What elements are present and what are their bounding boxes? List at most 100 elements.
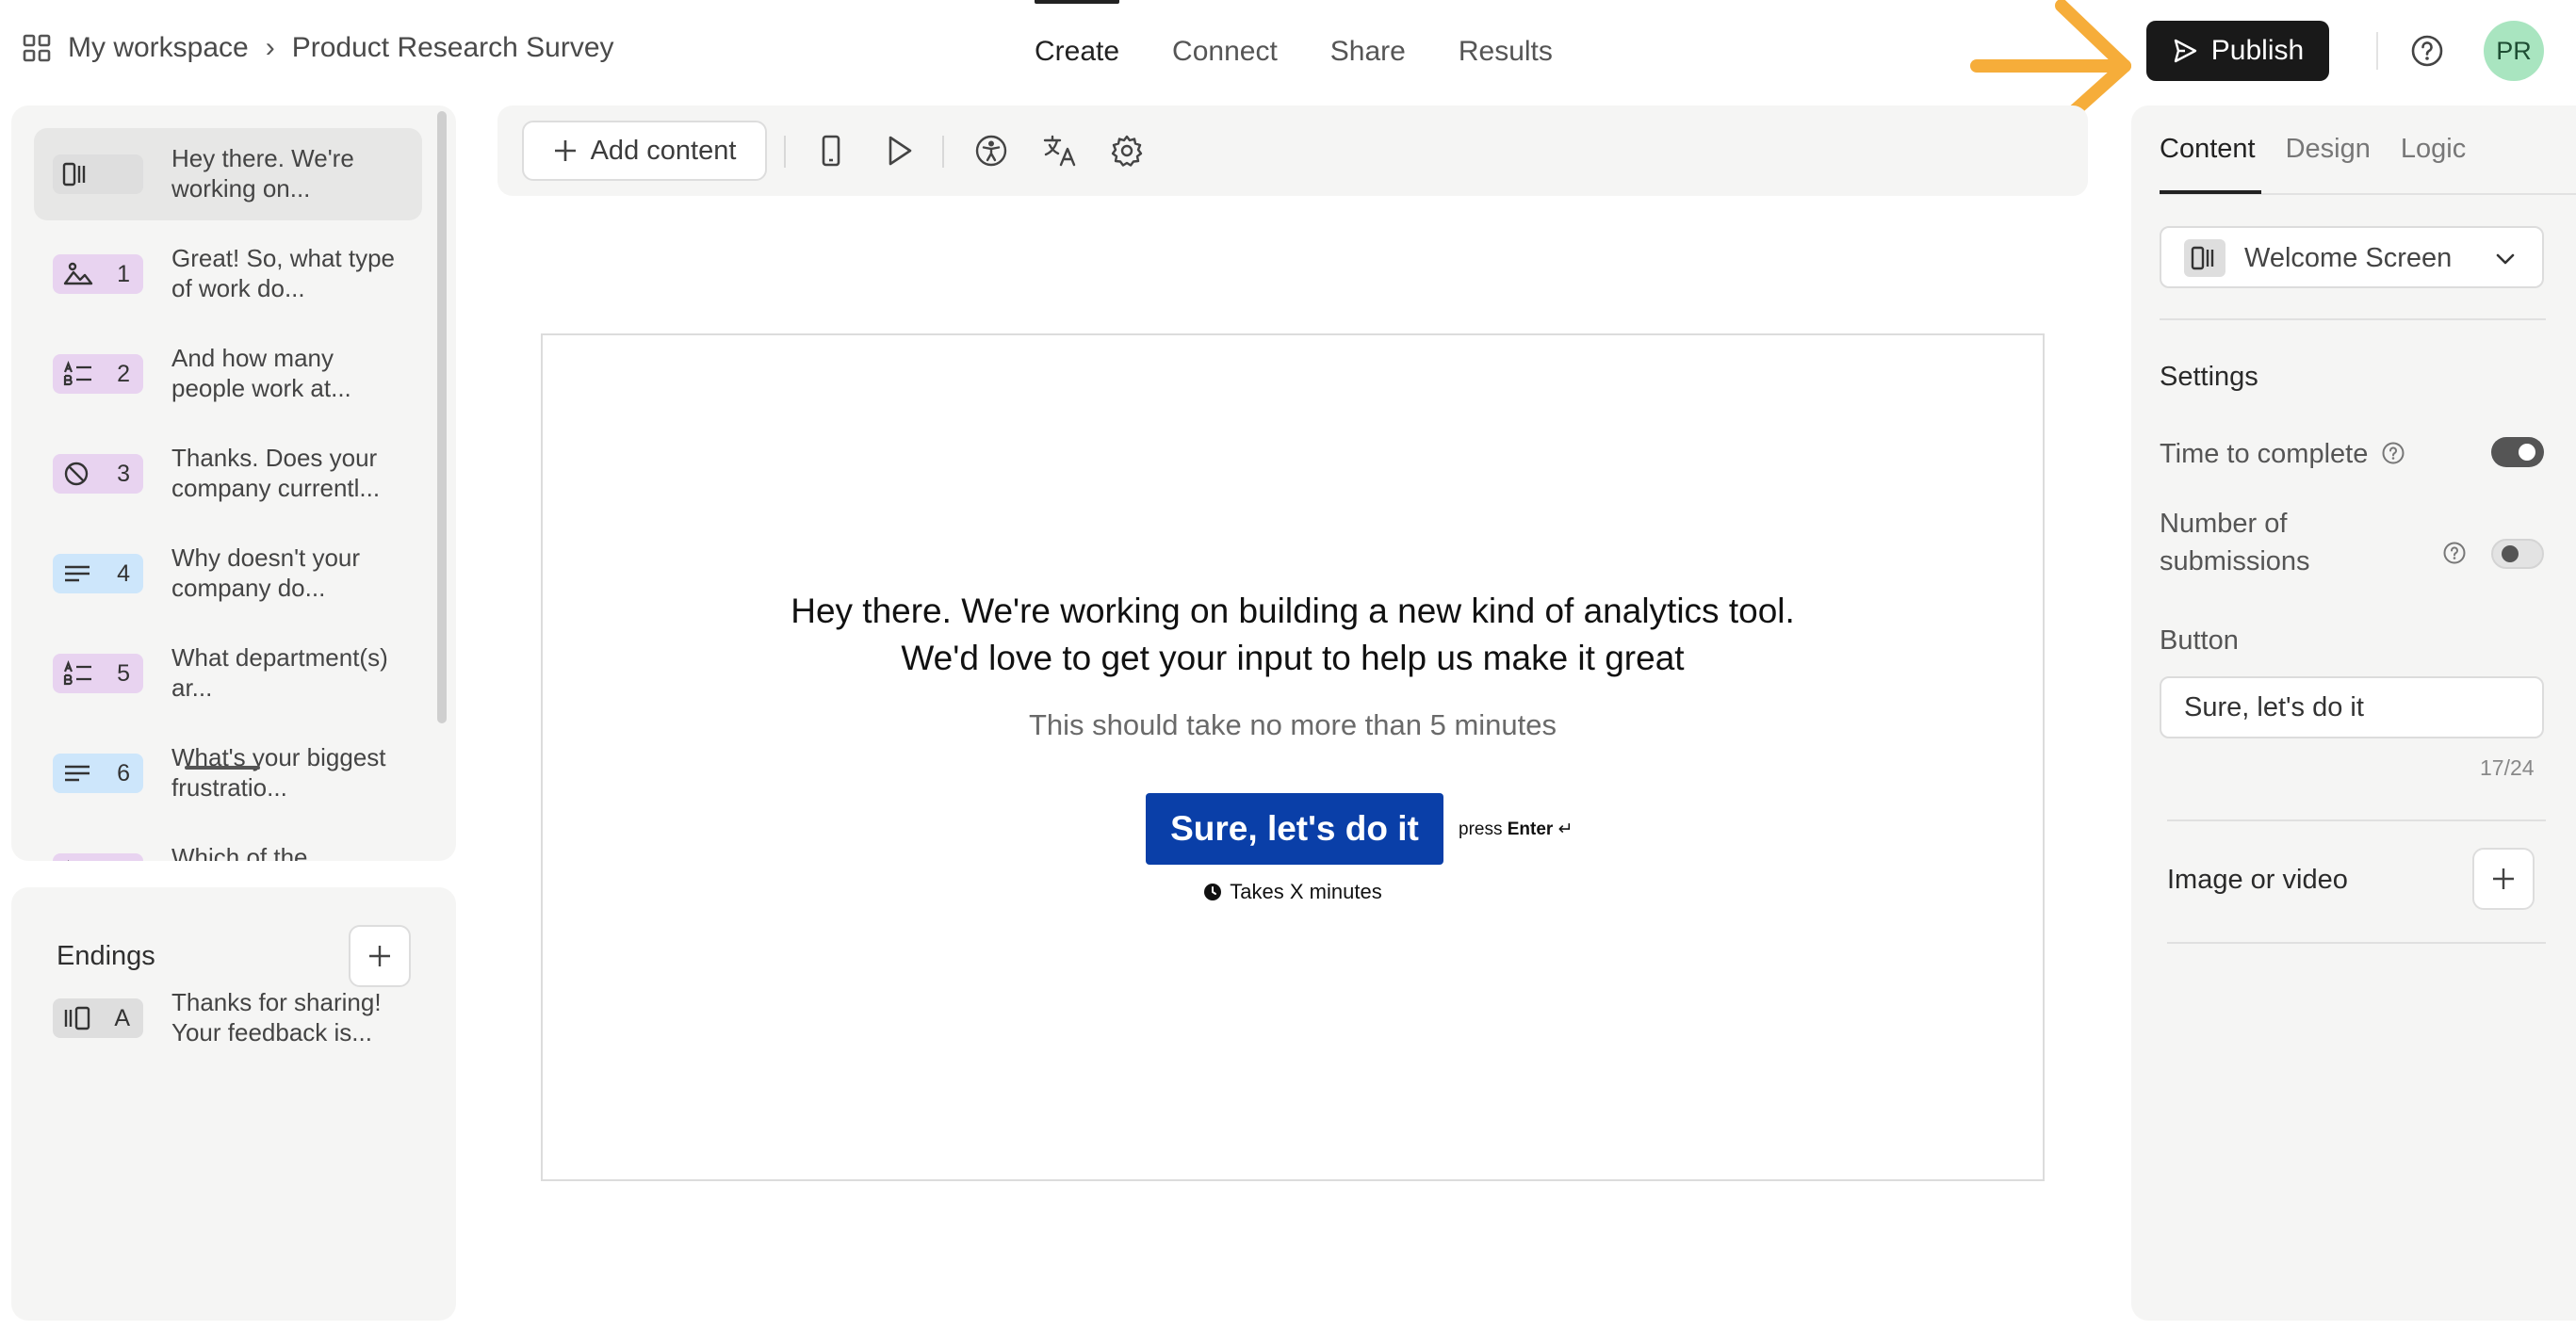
enter-key-glyph: ↵ bbox=[1557, 819, 1573, 839]
question-item-6[interactable]: 6 What's your biggest frustratio... bbox=[34, 727, 422, 819]
question-number: 5 bbox=[117, 660, 130, 687]
ending-badge: A bbox=[53, 998, 143, 1038]
welcome-screen-icon bbox=[62, 162, 86, 187]
long-text-icon bbox=[65, 765, 90, 782]
screen-type-label: Welcome Screen bbox=[2244, 243, 2453, 273]
question-text: What's your biggest frustratio... bbox=[171, 743, 386, 802]
number-of-submissions-toggle[interactable] bbox=[2491, 539, 2544, 569]
multiple-choice-icon bbox=[68, 860, 69, 861]
section-divider bbox=[2167, 942, 2546, 944]
image-or-video-label: Image or video bbox=[2167, 865, 2348, 895]
tab-design[interactable]: Design bbox=[2286, 134, 2371, 165]
question-number: 6 bbox=[117, 760, 130, 787]
play-icon[interactable] bbox=[882, 134, 916, 168]
multiple-choice-icon bbox=[63, 361, 91, 386]
welcome-screen-icon bbox=[2184, 239, 2225, 277]
translate-icon[interactable] bbox=[1042, 134, 1078, 168]
question-text: What department(s) ar... bbox=[171, 643, 388, 702]
endings-title: Endings bbox=[57, 941, 155, 971]
questions-scrollbar[interactable] bbox=[437, 111, 447, 723]
properties-panel: Content Design Logic Welcome Screen Sett… bbox=[2131, 105, 2576, 1321]
accessibility-icon[interactable] bbox=[974, 134, 1008, 168]
question-item-3[interactable]: 3 Thanks. Does your company currentl... bbox=[34, 428, 422, 520]
question-item-1[interactable]: 1 Great! So, what type of work do... bbox=[34, 228, 422, 320]
avatar[interactable]: PR bbox=[2484, 21, 2544, 81]
tab-logic[interactable]: Logic bbox=[2401, 134, 2466, 165]
plus-icon bbox=[2493, 868, 2514, 889]
button-label-input[interactable] bbox=[2160, 676, 2544, 738]
question-item-4[interactable]: 4 Why doesn't your company do... bbox=[34, 527, 422, 620]
number-of-submissions-label: Number of submissions bbox=[2160, 509, 2310, 576]
start-survey-button[interactable]: Sure, let's do it bbox=[1146, 793, 1443, 865]
add-content-button[interactable]: Add content bbox=[522, 121, 767, 181]
welcome-screen-preview[interactable]: Hey there. We're working on building a n… bbox=[541, 333, 2045, 1181]
press-enter-hint: press Enter ↵ bbox=[1459, 819, 1573, 840]
welcome-headline-line1: Hey there. We're working on building a n… bbox=[791, 592, 1795, 630]
welcome-subline[interactable]: This should take no more than 5 minutes bbox=[543, 708, 2043, 742]
question-badge: 5 bbox=[53, 654, 143, 693]
section-divider bbox=[2167, 819, 2546, 821]
toggle-knob bbox=[2502, 545, 2519, 562]
question-text: Hey there. We're working on... bbox=[171, 144, 354, 203]
header-divider bbox=[2376, 32, 2378, 70]
question-number: 7 bbox=[117, 860, 130, 861]
settings-gear-icon[interactable] bbox=[1110, 134, 1144, 168]
endings-panel: Endings A Thanks for sharing! Your feedb… bbox=[11, 887, 456, 1321]
breadcrumb-separator: › bbox=[265, 32, 275, 63]
tab-content[interactable]: Content bbox=[2160, 134, 2256, 165]
question-item-7[interactable]: 7 Which of the bbox=[34, 827, 422, 861]
ending-item-a[interactable]: A Thanks for sharing! Your feedback is..… bbox=[34, 972, 422, 1064]
mobile-preview-icon[interactable] bbox=[814, 134, 848, 168]
send-icon bbox=[2174, 39, 2196, 63]
help-icon[interactable] bbox=[2410, 34, 2444, 68]
question-number: 2 bbox=[117, 361, 130, 387]
screen-type-dropdown[interactable]: Welcome Screen bbox=[2160, 226, 2544, 288]
tab-results[interactable]: Results bbox=[1432, 0, 1579, 104]
time-estimate-label: Takes X minutes bbox=[1230, 880, 1382, 903]
question-badge: 1 bbox=[53, 254, 143, 294]
publish-label: Publish bbox=[2210, 35, 2305, 66]
add-image-or-video-button[interactable] bbox=[2472, 848, 2535, 910]
top-bar: My workspace › Product Research Survey C… bbox=[0, 0, 2576, 129]
question-item-2[interactable]: 2 And how many people work at... bbox=[34, 328, 422, 420]
publish-button[interactable]: Publish bbox=[2146, 21, 2329, 81]
question-text: Great! So, what type of work do... bbox=[171, 244, 396, 302]
question-item-5[interactable]: 5 What department(s) ar... bbox=[34, 627, 422, 720]
breadcrumb-workspace-link[interactable]: My workspace bbox=[68, 32, 249, 64]
question-item-welcome[interactable]: Hey there. We're working on... bbox=[34, 128, 422, 220]
toggle-knob bbox=[2519, 444, 2535, 461]
clock-icon bbox=[1204, 884, 1222, 900]
plus-icon bbox=[369, 946, 390, 966]
chevron-down-icon bbox=[2496, 253, 2515, 265]
tab-create[interactable]: Create bbox=[1008, 0, 1146, 104]
info-icon[interactable] bbox=[2442, 541, 2467, 565]
add-content-label: Add content bbox=[590, 135, 737, 166]
question-number: 1 bbox=[117, 261, 130, 287]
breadcrumb-form-name[interactable]: Product Research Survey bbox=[292, 32, 614, 64]
main-nav-tabs: Create Connect Share Results bbox=[1008, 0, 1579, 104]
welcome-headline[interactable]: Hey there. We're working on building a n… bbox=[543, 588, 2043, 682]
workspace-grid-icon[interactable] bbox=[23, 34, 51, 62]
tab-connect[interactable]: Connect bbox=[1146, 0, 1304, 104]
time-estimate: Takes X minutes bbox=[543, 880, 2043, 904]
settings-heading: Settings bbox=[2160, 362, 2258, 392]
question-badge: 6 bbox=[53, 754, 143, 793]
drag-handle[interactable] bbox=[185, 766, 260, 770]
questions-panel: Hey there. We're working on... 1 Great! … bbox=[11, 105, 456, 861]
question-badge: 4 bbox=[53, 554, 143, 593]
ending-letter: A bbox=[114, 1005, 130, 1031]
time-to-complete-label: Time to complete bbox=[2160, 439, 2405, 470]
tab-share[interactable]: Share bbox=[1304, 0, 1432, 104]
question-badge: 2 bbox=[53, 354, 143, 394]
info-icon[interactable] bbox=[2381, 441, 2405, 465]
time-to-complete-toggle[interactable] bbox=[2491, 437, 2544, 467]
question-badge: 3 bbox=[53, 454, 143, 494]
press-label: press bbox=[1459, 819, 1503, 839]
ending-screen-icon bbox=[64, 1006, 90, 1030]
multiple-choice-icon bbox=[63, 660, 91, 686]
question-badge: 7 bbox=[53, 853, 143, 861]
question-text: Thanks. Does your company currentl... bbox=[171, 444, 381, 502]
character-counter: 17/24 bbox=[2480, 755, 2535, 780]
editor-toolbar: Add content bbox=[497, 105, 2088, 196]
picture-choice-icon bbox=[63, 262, 93, 285]
